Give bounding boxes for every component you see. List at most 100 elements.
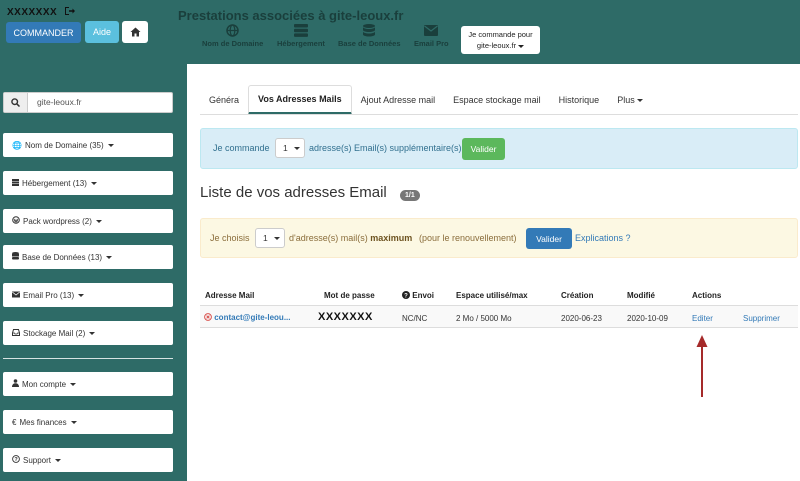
choose-prefix: Je choisis bbox=[210, 233, 250, 243]
user-name: XXXXXXX bbox=[7, 7, 58, 18]
tab-more-label: Plus bbox=[617, 95, 635, 105]
tab-more[interactable]: Plus bbox=[608, 85, 652, 115]
chevron-down-icon bbox=[89, 331, 96, 335]
sidebar-item-account[interactable]: Mon compte bbox=[3, 372, 173, 396]
order-for-dropdown[interactable]: Je commande pour gite-leoux.fr bbox=[461, 26, 540, 54]
col-header-envoi: ? Envoi bbox=[402, 291, 434, 300]
validate-order-button[interactable]: Valider bbox=[462, 138, 505, 160]
tab-underline bbox=[200, 114, 798, 115]
sidebar-item-hosting[interactable]: Hébergement (13) bbox=[3, 171, 173, 195]
choose-suffix: (pour le renouvellement) bbox=[419, 233, 517, 243]
chevron-down-icon bbox=[273, 236, 280, 240]
svg-text:?: ? bbox=[404, 293, 408, 299]
explanations-link[interactable]: Explications ? bbox=[575, 233, 631, 243]
globe-icon: 🌐 bbox=[12, 140, 22, 150]
logout-icon[interactable] bbox=[64, 6, 75, 19]
col-header-envoi-label: Envoi bbox=[412, 291, 435, 300]
sidebar-item-label: Base de Données (13) bbox=[22, 252, 103, 262]
sidebar-item-label: Email Pro (13) bbox=[23, 290, 75, 300]
tab-history[interactable]: Historique bbox=[550, 85, 609, 115]
quicklink-label: Nom de Domaine bbox=[202, 39, 264, 48]
quicklink-hosting[interactable]: Hébergement bbox=[277, 24, 325, 48]
sidebar-divider bbox=[3, 358, 173, 359]
status-error-icon bbox=[204, 313, 212, 321]
tab-bar: Généra Vos Adresses Mails Ajout Adresse … bbox=[200, 85, 652, 115]
annotation-arrow-icon bbox=[696, 335, 708, 397]
sidebar-item-label: Nom de Domaine (35) bbox=[24, 140, 104, 150]
quicklink-email[interactable]: Email Pro bbox=[414, 24, 449, 48]
created-cell: 2020-06-23 bbox=[561, 314, 602, 323]
database-icon bbox=[363, 24, 376, 37]
search-icon bbox=[4, 93, 28, 112]
modified-cell: 2020-10-09 bbox=[627, 314, 668, 323]
inbox-icon bbox=[12, 328, 20, 338]
sidebar-item-label: Hébergement (13) bbox=[22, 178, 87, 188]
choose-mid: d'adresse(s) mail(s) maximum bbox=[289, 233, 412, 243]
sidebar: gite-leoux.fr 🌐 Nom de Domaine (35) Hébe… bbox=[0, 64, 187, 481]
sidebar-item-mail-storage[interactable]: Stockage Mail (2) bbox=[3, 321, 173, 345]
extra-email-quantity-select[interactable]: 1 bbox=[275, 138, 305, 158]
col-header-password: Mot de passe bbox=[324, 291, 375, 300]
space-cell: 2 Mo / 5000 Mo bbox=[456, 314, 512, 323]
chevron-down-icon bbox=[107, 143, 114, 147]
max-email-quantity-select[interactable]: 1 bbox=[255, 228, 285, 248]
quicklink-label: Hébergement bbox=[277, 39, 325, 48]
col-header-address: Adresse Mail bbox=[205, 291, 255, 300]
col-header-actions: Actions bbox=[692, 291, 722, 300]
order-prefix: Je commande bbox=[213, 143, 270, 153]
home-icon bbox=[130, 27, 140, 37]
email-link[interactable]: contact@gite-leou... bbox=[214, 313, 290, 322]
sidebar-item-label: Mon compte bbox=[22, 379, 67, 389]
chevron-down-icon bbox=[55, 458, 62, 462]
quicklink-domain[interactable]: Nom de Domaine bbox=[202, 24, 263, 48]
commander-button[interactable]: COMMANDER bbox=[6, 22, 81, 43]
database-icon bbox=[12, 252, 19, 262]
sidebar-item-support[interactable]: ? Support bbox=[3, 448, 173, 472]
chevron-down-icon bbox=[90, 181, 97, 185]
sidebar-item-wordpress[interactable]: Pack wordpress (2) bbox=[3, 209, 173, 233]
sidebar-item-finances[interactable]: € Mes finances bbox=[3, 410, 173, 434]
col-header-modified: Modifié bbox=[627, 291, 655, 300]
top-bar: XXXXXXX COMMANDER Aide Prestations assoc… bbox=[0, 0, 800, 64]
sidebar-item-domain[interactable]: 🌐 Nom de Domaine (35) bbox=[3, 133, 173, 157]
home-button[interactable] bbox=[122, 21, 148, 43]
tab-general[interactable]: Généra bbox=[200, 85, 248, 115]
sidebar-item-label: Stockage Mail (2) bbox=[23, 328, 86, 338]
quicklink-label: Base de Données bbox=[338, 39, 401, 48]
chevron-down-icon bbox=[293, 146, 300, 150]
search-input[interactable]: gite-leoux.fr bbox=[37, 97, 81, 107]
validate-max-button[interactable]: Valider bbox=[526, 228, 572, 249]
edit-link[interactable]: Editer bbox=[692, 314, 713, 323]
order-suffix: adresse(s) Email(s) supplémentaire(s) bbox=[309, 143, 462, 153]
tab-mail-storage[interactable]: Espace stockage mail bbox=[444, 85, 550, 115]
col-header-space: Espace utilisé/max bbox=[456, 291, 528, 300]
domain-search[interactable]: gite-leoux.fr bbox=[3, 92, 173, 113]
server-icon bbox=[12, 178, 19, 188]
order-box-label: Je commande pour bbox=[468, 30, 533, 39]
chevron-down-icon bbox=[78, 293, 85, 297]
choose-mid-text: d'adresse(s) mail(s) bbox=[289, 233, 368, 243]
chevron-down-icon bbox=[70, 382, 77, 386]
sidebar-item-email[interactable]: Email Pro (13) bbox=[3, 283, 173, 307]
quicklink-label: Email Pro bbox=[414, 39, 449, 48]
delete-link[interactable]: Supprimer bbox=[743, 314, 780, 323]
tab-email-addresses[interactable]: Vos Adresses Mails bbox=[248, 85, 352, 115]
sidebar-item-database[interactable]: Base de Données (13) bbox=[3, 245, 173, 269]
envelope-icon bbox=[12, 291, 20, 300]
sidebar-item-label: Support bbox=[23, 455, 52, 465]
chevron-down-icon bbox=[70, 420, 77, 424]
chevron-down-icon bbox=[636, 98, 643, 102]
aide-button[interactable]: Aide bbox=[85, 21, 119, 43]
email-list-title: Liste de vos adresses Email bbox=[200, 184, 387, 201]
tab-add-email[interactable]: Ajout Adresse mail bbox=[352, 85, 445, 115]
chevron-down-icon bbox=[95, 219, 102, 223]
server-icon bbox=[293, 24, 308, 37]
wordpress-icon bbox=[12, 216, 20, 226]
chevron-down-icon bbox=[518, 45, 525, 48]
envoi-cell: NC/NC bbox=[402, 314, 428, 323]
quantity-value: 1 bbox=[263, 233, 268, 243]
order-extra-emails-alert: Je commande 1 adresse(s) Email(s) supplé… bbox=[200, 128, 798, 169]
col-header-created: Création bbox=[561, 291, 594, 300]
chevron-down-icon bbox=[106, 255, 113, 259]
quicklink-database[interactable]: Base de Données bbox=[338, 24, 401, 48]
